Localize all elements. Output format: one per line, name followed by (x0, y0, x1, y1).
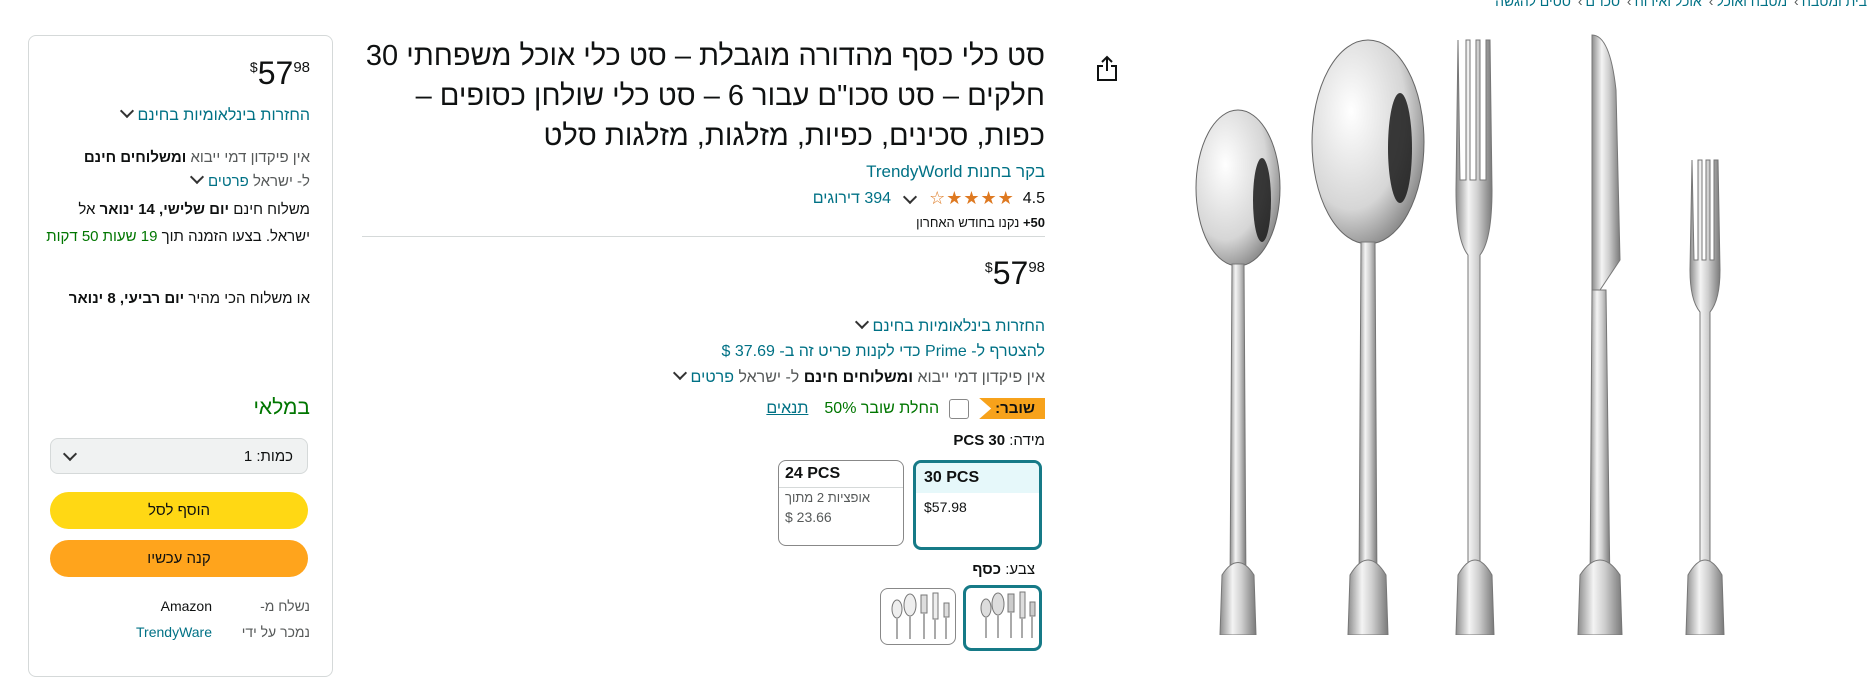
breadcrumb-item[interactable]: סכו"ם (1586, 0, 1621, 9)
coupon-badge: שובר: (979, 398, 1045, 419)
qty-value: 1 (243, 447, 253, 465)
prime-link[interactable]: להצטרף ל- Prime כדי לקנות פריט זה ב- 37.… (722, 343, 1045, 360)
color-swatch-alt[interactable] (880, 588, 956, 645)
buybox-delivery: משלוח חינם יום שלישי, 14 ינואר אל ישראל.… (45, 196, 310, 250)
ships-from-value: Amazon (160, 598, 212, 614)
ships-from-label: נשלח מ- (260, 598, 310, 614)
coupon-checkbox[interactable] (949, 398, 970, 419)
fastest-prefix: או משלוח הכי מהיר (188, 290, 310, 307)
price: $5798 (892, 255, 1045, 292)
chevron-down-icon (62, 446, 78, 462)
buy-box (28, 35, 333, 677)
rating-count-link[interactable]: 394 דירוגים (813, 190, 891, 208)
buy-now-button[interactable]: קנה עכשיו (50, 540, 308, 577)
size-option-price: $57.98 (924, 499, 967, 515)
color-swatch-thumbnail (891, 592, 950, 639)
shipping-bold: ומשלוחים חינם (803, 369, 914, 386)
color-swatch-thumbnail (980, 591, 1036, 638)
price-symbol: $ (249, 59, 258, 75)
sold-by-label: נמכר על ידי (241, 624, 310, 640)
breadcrumb-item[interactable]: אוכל ואירוח (1635, 0, 1702, 9)
details-link[interactable]: פרטים (691, 369, 734, 386)
breadcrumb-item[interactable]: מטבח ואוכל (1716, 0, 1787, 9)
size-option-name: 24 PCS (779, 461, 903, 488)
color-value: כסף (972, 561, 1002, 578)
buybox-returns[interactable]: החזרות בינלאומיות בחינם (100, 103, 311, 125)
size-option-availability: אופציות 2 מתוך (785, 490, 870, 505)
delivery-date: יום שלישי, 14 ינואר (99, 201, 230, 218)
breadcrumb: בית ומטבח› מטבח ואוכל› אוכל ואירוח› סכו"… (1447, 0, 1867, 9)
breadcrumb-item[interactable]: בית ומטבח (1802, 0, 1867, 9)
returns-row[interactable]: החזרות בינלאומיות בחינם (700, 314, 1046, 336)
price-fraction: 98 (293, 59, 310, 76)
share-icon[interactable] (1092, 54, 1120, 84)
returns-link[interactable]: החזרות בינלאומיות בחינם (138, 107, 311, 124)
shipping-row: אין פיקדון דמי ייבוא ומשלוחים חינם ל- יש… (560, 365, 1045, 387)
chevron-down-icon[interactable] (854, 314, 869, 330)
fastest-date: יום רביעי, 8 ינואר (68, 290, 185, 307)
buybox-fastest: או משלוח הכי מהיר יום רביעי, 8 ינואר (45, 286, 310, 311)
bought-count-number: 50+ (1022, 215, 1045, 230)
breadcrumb-item[interactable]: סטים להגשה (1495, 0, 1571, 9)
qty-label: כמות: (256, 447, 293, 465)
coupon-row: שובר: החלת שובר 50% תנאים (720, 398, 1045, 419)
rating-value: 4.5 (1022, 189, 1045, 207)
store-link[interactable]: בקר בחנות TrendyWorld (866, 162, 1045, 181)
cutlery-set-image[interactable] (1180, 30, 1770, 636)
price-fraction: 98 (1028, 259, 1045, 276)
bought-count: 50+ נקנו בחודש האחרון (362, 215, 1045, 230)
color-label: צבע: (1005, 561, 1035, 578)
size-option-30[interactable]: 30 PCS $57.98 (913, 460, 1042, 550)
size-value: 30 PCS (953, 432, 1006, 449)
price-whole: 57 (257, 55, 294, 91)
import-line2: ל- ישראל (252, 173, 310, 190)
chevron-down-icon[interactable] (119, 103, 134, 119)
buybox-import: אין פיקדון דמי ייבוא ומשלוחים חינם ל- יש… (45, 146, 310, 194)
delivery-countdown: 19 שעות 50 דקות (46, 228, 158, 245)
quantity-select[interactable]: כמות: 1 (50, 438, 308, 474)
size-option-price: $ 23.66 (785, 509, 832, 525)
size-option-24[interactable]: 24 PCS אופציות 2 מתוך $ 23.66 (778, 460, 904, 546)
bought-count-text: נקנו בחודש האחרון (916, 215, 1023, 230)
import-bold: ומשלוחים חינם (83, 149, 187, 166)
product-title: סט כלי כסף מהדורה מוגבלת – סט כלי אוכל מ… (365, 40, 1045, 152)
size-selector-label: מידה: 30 PCS (800, 432, 1045, 449)
chevron-down-icon[interactable] (902, 189, 918, 204)
buybox-price: $5798 (230, 55, 310, 92)
in-stock-status: במלאי (253, 396, 310, 419)
coupon-text: החלת שובר 50% (824, 399, 940, 417)
size-option-name: 30 PCS (916, 463, 1039, 493)
sold-by-link[interactable]: TrendyWare (136, 624, 212, 640)
color-swatch-silver[interactable] (963, 585, 1042, 651)
delivery-prefix: משלוח חינם (233, 201, 310, 218)
price-whole: 57 (992, 255, 1029, 291)
shipping-prefix: אין פיקדון דמי ייבוא (917, 369, 1045, 386)
price-symbol: $ (984, 259, 993, 275)
divider (362, 236, 1045, 237)
star-rating-icon[interactable]: ★★★★☆ (929, 188, 1015, 209)
size-label: מידה: (1009, 432, 1045, 449)
coupon-terms-link[interactable]: תנאים (766, 400, 808, 418)
add-to-cart-button[interactable]: הוסף לסל (50, 492, 308, 529)
returns-link[interactable]: החזרות בינלאומיות בחינם (873, 318, 1046, 335)
chevron-down-icon[interactable] (672, 365, 687, 381)
import-prefix: אין פיקדון דמי ייבוא (190, 149, 310, 166)
details-link[interactable]: פרטים (208, 173, 249, 190)
color-selector-label: צבע: כסף (900, 561, 1035, 578)
product-info: סט כלי כסף מהדורה מוגבלת – סט כלי אוכל מ… (362, 36, 1045, 230)
prime-row[interactable]: להצטרף ל- Prime כדי לקנות פריט זה ב- 37.… (600, 343, 1045, 361)
rating-row: 4.5 ★★★★☆ 394 דירוגים (362, 188, 1045, 209)
shipping-suffix: ל- ישראל (738, 369, 800, 386)
chevron-down-icon[interactable] (189, 169, 205, 185)
